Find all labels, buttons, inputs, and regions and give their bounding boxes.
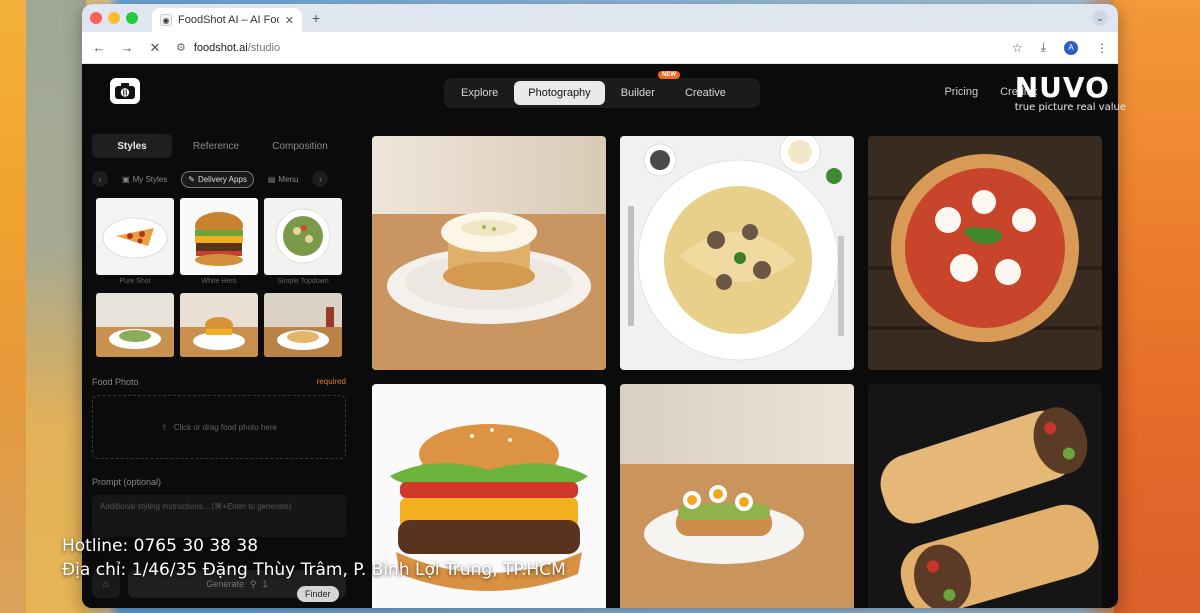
tab-styles[interactable]: Styles	[92, 134, 172, 158]
style-caption: Simple Topdown	[277, 278, 329, 285]
style-category-chips: ‹ ▣ My Styles ✎ Delivery Apps ▤ Menu ›	[92, 170, 346, 188]
chevron-right-icon[interactable]: ›	[312, 171, 329, 187]
address-bar: ← → ✕ ⚙ foodshot.ai/studio ☆ ⤓ A ⋮	[82, 32, 1118, 64]
new-tab-button[interactable]: +	[312, 10, 320, 26]
stop-icon[interactable]: ✕	[148, 40, 162, 56]
browser-window: ◉ FoodShot AI – AI Food Photo ✕ + ⌄ ← → …	[82, 4, 1118, 608]
tab-close-icon[interactable]: ✕	[285, 14, 294, 27]
style-thumbnail-grid: Pure Shot White Hero Simple Topdown	[96, 198, 346, 357]
pizza-slice-thumbnail	[96, 198, 174, 275]
chip-delivery-apps[interactable]: ✎ Delivery Apps	[181, 170, 254, 188]
tab-composition[interactable]: Composition	[260, 134, 340, 158]
style-card-white-hero[interactable]: White Hero	[180, 198, 258, 289]
salad-thumbnail	[264, 198, 342, 275]
close-window-button[interactable]	[90, 12, 102, 24]
back-icon[interactable]: ←	[92, 40, 106, 55]
address-text: Địa chỉ: 1/46/35 Đặng Thùy Trâm, P. Bình…	[62, 560, 566, 580]
url-host: foodshot.ai	[193, 41, 248, 54]
nuvo-brand: NUVO	[1014, 71, 1110, 104]
nuvo-watermark: NUVO true picture real value	[1014, 71, 1126, 114]
window-controls	[90, 12, 138, 24]
background-left	[0, 0, 86, 613]
site-info-icon[interactable]: ⚙	[176, 41, 186, 54]
gallery-image-pizza[interactable]	[868, 136, 1102, 370]
address-bar-actions: ☆ ⤓ A ⋮	[1012, 40, 1108, 55]
style-card-simple-topdown[interactable]: Simple Topdown	[264, 198, 342, 289]
chip-menu[interactable]: ▤ Menu	[262, 172, 305, 187]
tab-photography[interactable]: Photography	[514, 81, 605, 105]
prompt-label: Prompt (optional)	[92, 477, 162, 487]
chip-delivery-apps-label: Delivery Apps	[197, 174, 247, 184]
style-caption: Pure Shot	[119, 278, 151, 285]
hotline-text: Hotline: 0765 30 38 38	[62, 536, 259, 556]
tab-title: FoodShot AI – AI Food Photo	[178, 14, 279, 26]
chip-my-styles-label: My Styles	[132, 174, 168, 184]
tab-explore[interactable]: Explore	[447, 81, 512, 105]
nuvo-tagline: true picture real value	[1014, 102, 1126, 113]
foodshot-logo-icon[interactable]	[110, 78, 140, 104]
food-photo-dropzone[interactable]: ⇪ Click or drag food photo here	[92, 395, 346, 459]
food-photo-label: Food Photo	[92, 377, 139, 387]
burger-thumbnail	[180, 198, 258, 275]
minimize-window-button[interactable]	[108, 12, 120, 24]
browser-menu-icon[interactable]: ⋮	[1096, 41, 1108, 55]
pricing-link[interactable]: Pricing	[944, 86, 978, 98]
tab-search-icon[interactable]: ⌄	[1092, 10, 1108, 26]
app-main: Explore Photography Builder Creative NEW…	[82, 64, 1118, 608]
gallery-image-pasta[interactable]	[620, 136, 854, 370]
maximize-window-button[interactable]	[126, 12, 138, 24]
main-nav-tabs: Explore Photography Builder Creative	[444, 78, 760, 108]
dropzone-text: Click or drag food photo here	[173, 422, 277, 432]
browser-tab[interactable]: ◉ FoodShot AI – AI Food Photo ✕	[152, 8, 302, 32]
gallery-image-cake[interactable]	[372, 136, 606, 370]
food-photo-header: Food Photo required	[92, 377, 346, 387]
tab-reference[interactable]: Reference	[176, 134, 256, 158]
url-field[interactable]: ⚙ foodshot.ai/studio	[176, 36, 998, 60]
menu-book-icon: ▤	[267, 174, 276, 184]
download-icon[interactable]: ⤓	[1041, 40, 1046, 55]
background-right	[1114, 0, 1200, 613]
gallery-image-wrap[interactable]	[868, 384, 1102, 608]
app-top-nav: Explore Photography Builder Creative NEW…	[82, 64, 1118, 122]
sidebar-tabs: Styles Reference Composition	[92, 134, 346, 158]
chip-my-styles[interactable]: ▣ My Styles	[116, 172, 173, 187]
new-badge: NEW	[658, 71, 680, 79]
prompt-input[interactable]: Additional styling instructions... (⌘+En…	[92, 495, 346, 537]
gallery-image-avocado-toast[interactable]	[620, 384, 854, 608]
contact-overlay: Hotline: 0765 30 38 38 Địa chỉ: 1/46/35 …	[62, 534, 566, 582]
profile-avatar[interactable]: A	[1064, 40, 1078, 55]
folder-icon: ▣	[122, 174, 130, 184]
tab-builder[interactable]: Builder	[607, 81, 669, 105]
scooter-icon: ✎	[188, 174, 195, 184]
url-path: /studio	[247, 41, 281, 54]
style-card-pure-shot[interactable]: Pure Shot	[96, 198, 174, 289]
required-badge: required	[316, 377, 346, 386]
tab-creative[interactable]: Creative	[671, 81, 740, 105]
upload-icon: ⇪	[161, 422, 168, 432]
browser-tab-bar: ◉ FoodShot AI – AI Food Photo ✕ + ⌄	[82, 4, 1118, 32]
chip-menu-label: Menu	[278, 174, 299, 184]
style-card-delivery-1[interactable]	[96, 293, 174, 357]
forward-icon[interactable]: →	[120, 40, 134, 55]
style-caption: White Hero	[201, 278, 237, 285]
finder-tooltip: Finder	[297, 586, 339, 602]
style-card-delivery-2[interactable]	[180, 293, 258, 357]
chevron-left-icon[interactable]: ‹	[92, 171, 108, 187]
bookmark-star-icon[interactable]: ☆	[1012, 41, 1023, 55]
favicon-icon: ◉	[160, 14, 172, 26]
style-card-delivery-3[interactable]	[264, 293, 342, 357]
